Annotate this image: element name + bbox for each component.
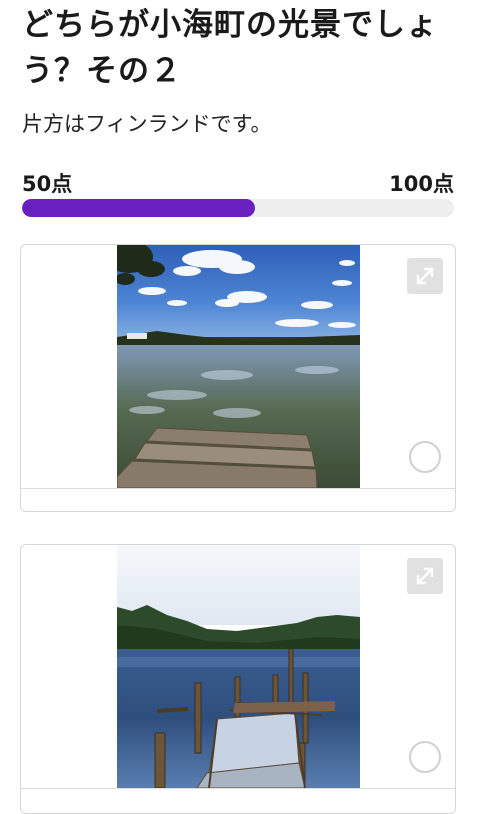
option-2-photo[interactable]: [117, 545, 360, 788]
score-min-label: 50点: [22, 172, 73, 196]
option-2-radio[interactable]: [409, 741, 441, 773]
expand-icon: [416, 267, 434, 285]
card-divider: [21, 788, 455, 789]
option-1-radio[interactable]: [409, 441, 441, 473]
score-max-label: 100点: [389, 172, 454, 196]
card-divider: [21, 488, 455, 489]
option-2-expand-button[interactable]: [407, 558, 443, 594]
answer-option-1[interactable]: [20, 244, 456, 512]
score-progress-bar: [22, 199, 454, 217]
option-1-photo[interactable]: [117, 245, 360, 488]
score-progress-fill: [22, 199, 256, 217]
quiz-title: どちらが小海町の光景でしょう？その２: [22, 7, 438, 89]
answer-option-2[interactable]: [20, 544, 456, 814]
quiz-subtitle: 片方はフィンランドです。: [22, 112, 272, 136]
score-labels: 50点 100点: [22, 168, 454, 198]
expand-icon: [416, 567, 434, 585]
option-1-expand-button[interactable]: [407, 258, 443, 294]
